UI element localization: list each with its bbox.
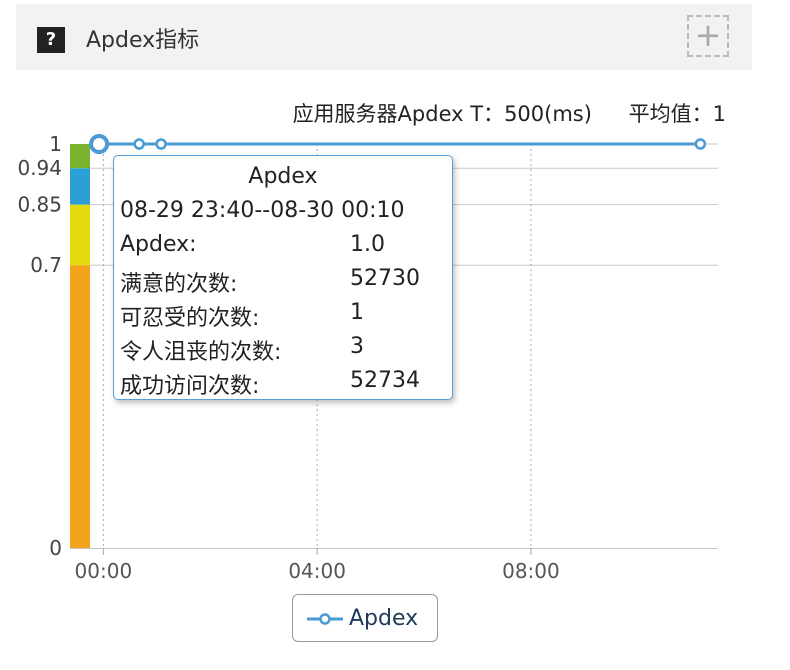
- legend-label: Apdex: [349, 606, 419, 631]
- tooltip-row-value: 1.0: [350, 232, 385, 257]
- line-marker-icon: [307, 613, 343, 625]
- tooltip-row-value: 3: [350, 334, 364, 359]
- apdex-band: [70, 204, 90, 266]
- data-point: [89, 134, 110, 154]
- apdex-band: [70, 168, 90, 205]
- tooltip-row-label: 成功访问次数:: [120, 374, 260, 399]
- y-tick-label: 1: [49, 132, 62, 156]
- tooltip-row-value: 52734: [350, 368, 420, 393]
- y-tick-label: 0: [49, 536, 62, 560]
- y-tick-label: 0.85: [17, 193, 62, 217]
- tooltip-row-label: 满意的次数:: [120, 272, 238, 297]
- tooltip-row-label: 可忍受的次数:: [120, 306, 260, 331]
- data-point: [133, 138, 145, 150]
- apdex-band: [70, 265, 90, 548]
- x-tick-label: 08:00: [502, 559, 560, 583]
- tooltip-row-label: Apdex:: [120, 232, 197, 257]
- tooltip-row-label: 令人沮丧的次数:: [120, 340, 282, 365]
- x-tick-label: 04:00: [288, 559, 346, 583]
- legend-item-apdex[interactable]: Apdex: [292, 594, 438, 642]
- tooltip-row-value: 52730: [350, 266, 420, 291]
- tooltip-row-value: 1: [350, 300, 364, 325]
- data-point: [155, 138, 167, 150]
- x-tick-label: 00:00: [75, 559, 133, 583]
- y-tick-label: 0.94: [17, 156, 62, 180]
- tooltip-time-range: 08-29 23:40--08-30 00:10: [120, 198, 405, 223]
- tooltip-title: Apdex: [248, 164, 318, 189]
- apdex-band: [70, 144, 90, 169]
- chart-tooltip: Apdex 08-29 23:40--08-30 00:10 Apdex: 1.…: [113, 155, 453, 400]
- y-tick-label: 0.7: [30, 253, 62, 277]
- data-point: [694, 138, 707, 150]
